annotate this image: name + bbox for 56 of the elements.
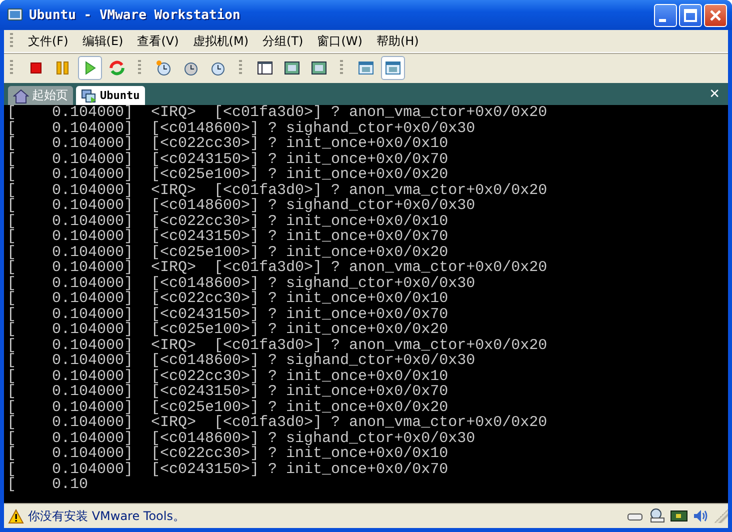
minimize-icon xyxy=(659,18,666,22)
console-line: [ 0.104000] [<c025e100>] ? init_once+0x0/0x20 xyxy=(7,400,448,415)
console-line: [ 0.104000] [<c022cc30>] ? init_once+0x0/0x10 xyxy=(7,136,448,152)
console-line: [ 0.104000] [<c022cc30>] ? init_once+0x0/0x10 xyxy=(7,214,450,229)
console-line: [ 0.104000] [<c022cc30>] ? init_once+0x0/0x10 xyxy=(7,446,448,462)
toolbar-console-button[interactable] xyxy=(381,56,405,80)
console-line: [ 0.104000] [<c0243150>] ? init_once+0x0/0x70 xyxy=(7,306,450,322)
maximize-button[interactable] xyxy=(679,4,702,26)
console-line: [ 0.104000] <IRQ> [<c01fa3d0>] ? anon_vma_ctor+0x0/0x20 xyxy=(7,105,548,120)
toolbar-play-button[interactable] xyxy=(78,56,102,80)
console-line: [ 0.104000] [<c0243150>] ? init_once+0x0/0x70 xyxy=(7,462,450,477)
console-line: [ 0.10 xyxy=(7,477,88,492)
menu-item[interactable]: 编辑(E) xyxy=(75,30,130,52)
console-line: [ 0.104000] <IRQ> [<c01fa3d0>] ? anon_vma_ctor+0x0/0x20 xyxy=(7,338,548,353)
window-title: Ubuntu - VMware Workstation xyxy=(29,8,240,22)
window-icon xyxy=(256,59,274,77)
minimize-button[interactable] xyxy=(654,4,677,26)
network-card-icon[interactable] xyxy=(670,508,688,524)
status-message: 你没有安装 VMware Tools。 xyxy=(28,508,185,524)
console-line: [ 0.104000] [<c0148600>] ? sighand_ctor+0x0/0x30 xyxy=(7,120,476,136)
console-line: [ 0.104000] [<c0148600>] ? sighand_ctor+0x0/0x30 xyxy=(7,276,476,291)
disc-drive-icon[interactable] xyxy=(648,508,666,524)
console-line: [ 0.104000] [<c0148600>] ? sighand_ctor+0x0/0x30 xyxy=(7,353,476,368)
window-icon xyxy=(357,59,375,77)
console-line: [ 0.104000] [<c022cc30>] ? init_once+0x0/0x10 xyxy=(7,291,448,306)
monitor-icon xyxy=(7,7,23,23)
window-icon xyxy=(283,59,301,77)
console-line: [ 0.104000] [<c025e100>] ? init_once+0x0/0x20 xyxy=(7,322,450,338)
menu-item[interactable]: 虚拟机(M) xyxy=(186,30,256,52)
console-line: [ 0.104000] [<c0148600>] ? sighand_ctor+0x0/0x30 xyxy=(7,430,476,446)
windows-icon xyxy=(81,88,97,104)
console-line: [ 0.104000] [<c022cc30>] ? init_once+0x0/0x10 xyxy=(7,368,450,384)
warning-icon xyxy=(8,508,24,524)
menu-item[interactable]: 文件(F) xyxy=(21,30,76,52)
console-line: [ 0.104000] [<c0243150>] ? init_once+0x0/0x70 xyxy=(7,152,450,167)
console-line: [ 0.104000] [<c0243150>] ? init_once+0x0/0x70 xyxy=(7,384,450,400)
close-button[interactable] xyxy=(704,4,727,26)
window-icon xyxy=(310,59,328,77)
window-icon xyxy=(384,59,402,77)
console-line: [ 0.104000] <IRQ> [<c01fa3d0>] ? anon_vma_ctor+0x0/0x20 xyxy=(7,415,548,430)
menu-item[interactable]: 帮助(H) xyxy=(369,30,426,52)
console-line: [ 0.104000] <IRQ> [<c01fa3d0>] ? anon_vma_ctor+0x0/0x20 xyxy=(7,260,548,276)
menu-item[interactable]: 窗口(W) xyxy=(310,30,370,52)
home-icon xyxy=(13,88,29,104)
console-line: [ 0.104000] [<c0243150>] ? init_once+0x0/0x70 xyxy=(7,229,450,244)
clock-icon xyxy=(155,59,173,77)
refresh-icon xyxy=(108,59,126,77)
close-tab-button[interactable]: ✕ xyxy=(709,86,728,102)
console-line: [ 0.104000] <IRQ> [<c01fa3d0>] ? anon_vma_ctor+0x0/0x20 xyxy=(7,182,548,198)
menu-item[interactable]: 查看(V) xyxy=(130,30,186,52)
console-line: [ 0.104000] [<c0148600>] ? sighand_ctor+0x0/0x30 xyxy=(7,198,476,214)
tab[interactable]: Ubuntu xyxy=(76,86,145,105)
menu-item[interactable]: 分组(T) xyxy=(256,30,310,52)
console-line: [ 0.104000] [<c025e100>] ? init_once+0x0/0x20 xyxy=(7,244,448,260)
console-line: [ 0.104000] [<c025e100>] ? init_once+0x0/0x20 xyxy=(7,167,450,182)
speaker-icon[interactable] xyxy=(692,508,710,524)
